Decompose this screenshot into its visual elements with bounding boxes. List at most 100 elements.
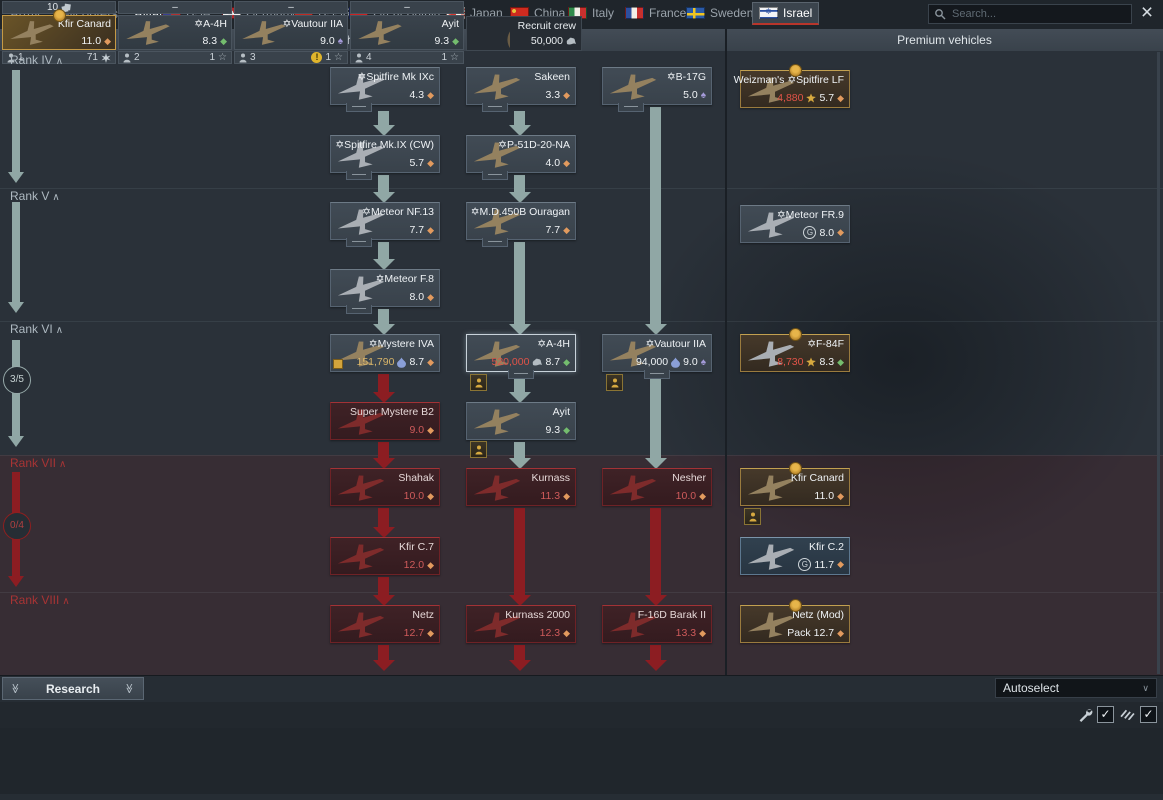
vehicle-card-meteor-f8[interactable]: ✡Meteor F.8 8.0 ◆ bbox=[330, 269, 440, 307]
folder-notch[interactable] bbox=[346, 305, 372, 314]
folder-notch[interactable] bbox=[346, 238, 372, 247]
crew-slot-3[interactable]: – ✡Vautour IIA 9.0 ♠ 3 ! 1 ☆ bbox=[234, 1, 348, 64]
rank-v-label[interactable]: Rank V ∧ bbox=[10, 189, 60, 203]
folder-notch[interactable] bbox=[482, 171, 508, 180]
vehicle-card-kfir-c7[interactable]: Kfir C.7 12.0 ◆ bbox=[330, 537, 440, 575]
vehicle-card-mystere-iva[interactable]: ✡Mystere IVA 151,790 8.7 ◆ bbox=[330, 334, 440, 372]
vehicle-info: 7.7 ◆ bbox=[409, 224, 434, 236]
br-mode-icon: ◆ bbox=[452, 35, 459, 46]
folder-notch[interactable] bbox=[482, 238, 508, 247]
br-mode-icon: ◆ bbox=[427, 224, 434, 235]
crew-slot-2[interactable]: – ✡A-4H 8.3 ◆ 2 1 ☆ bbox=[118, 1, 232, 64]
vehicle-card-f16d-barak-ii[interactable]: F-16D Barak II 13.3 ◆ bbox=[602, 605, 712, 643]
vehicle-card-f84f[interactable]: ✡F-84F 8,730 8.3 ◆ bbox=[740, 328, 850, 372]
premium-header: Premium vehicles bbox=[726, 29, 1163, 51]
crew-vehicle-card[interactable]: Kfir Canard 11.0 ◆ bbox=[2, 9, 116, 50]
vehicle-name: ✡M.D.450B Ouragan bbox=[470, 206, 570, 218]
repair-checkbox[interactable]: ✓ bbox=[1097, 706, 1114, 723]
vehicle-card-vautour-iia[interactable]: ✡Vautour IIA 94,000 9.0 ♠ bbox=[602, 334, 712, 372]
vehicle-name: ✡Meteor F.8 bbox=[375, 273, 434, 285]
close-icon[interactable]: × bbox=[1135, 1, 1159, 25]
vehicle-name: Kurnass 2000 bbox=[505, 609, 570, 621]
plane-image bbox=[601, 65, 664, 107]
folder-notch[interactable] bbox=[346, 171, 372, 180]
premium-crown-badge bbox=[789, 64, 802, 77]
folder-notch[interactable] bbox=[644, 370, 670, 379]
ge-price: 8,730 bbox=[777, 356, 804, 368]
vehicle-name: ✡Spitfire Mk.IX (CW) bbox=[335, 139, 434, 151]
vehicle-card-md450b-ouragan[interactable]: ✡M.D.450B Ouragan 7.7 ◆ bbox=[466, 202, 576, 240]
nation-tab-israel[interactable]: Israel bbox=[752, 2, 820, 25]
connector-locked bbox=[514, 645, 525, 660]
chevron-up-icon: ∧ bbox=[55, 56, 64, 67]
br-mode-icon: ◆ bbox=[427, 291, 434, 302]
connector bbox=[378, 309, 389, 324]
crew-vehicle-card[interactable]: ✡Vautour IIA 9.0 ♠ bbox=[234, 15, 348, 50]
recruit-crew-card[interactable]: Recruit crew 50,000 bbox=[466, 16, 582, 51]
rank-vii-label[interactable]: Rank VII ∧ bbox=[10, 456, 66, 470]
search-box[interactable] bbox=[928, 4, 1132, 24]
rank-separator bbox=[0, 455, 1163, 456]
vehicle-info: 8,730 8.3 ◆ bbox=[777, 356, 844, 368]
vehicle-card-p51d-20-na[interactable]: ✡P-51D-20-NA 4.0 ◆ bbox=[466, 135, 576, 173]
folder-notch[interactable] bbox=[346, 103, 372, 112]
crew-slot-4[interactable]: – Ayit 9.3 ◆ 4 1 ☆ bbox=[350, 1, 464, 64]
vehicle-card-ayit[interactable]: Ayit 9.3 ◆ bbox=[466, 402, 576, 440]
research-tab[interactable]: ≪ Research ≪ bbox=[2, 677, 144, 700]
vehicle-name: Netz bbox=[412, 609, 434, 621]
br-mode-icon: ♠ bbox=[337, 35, 343, 47]
connector bbox=[378, 175, 389, 192]
vehicle-card-spitfire-mk-ixc[interactable]: ✡Spitfire Mk IXc 4.3 ◆ bbox=[330, 67, 440, 105]
vehicle-name: Ayit bbox=[441, 18, 459, 30]
vehicle-card-meteor-nf13[interactable]: ✡Meteor NF.13 7.7 ◆ bbox=[330, 202, 440, 240]
vehicle-card-kfir-c2[interactable]: Kfir C.2 G 11.7 ◆ bbox=[740, 537, 850, 575]
vehicle-card-super-mystere-b2[interactable]: Super Mystere B2 9.0 ◆ bbox=[330, 402, 440, 440]
folder-notch[interactable] bbox=[618, 103, 644, 112]
vehicle-card-a4h[interactable]: ✡A-4H 520,000 8.7 ◆ bbox=[466, 334, 576, 372]
rank-vi-label[interactable]: Rank VI ∧ bbox=[10, 322, 63, 336]
vehicle-card-netz[interactable]: Netz 12.7 ◆ bbox=[330, 605, 440, 643]
search-input[interactable] bbox=[950, 7, 1126, 21]
ammo-slashes-icon[interactable] bbox=[1120, 707, 1135, 720]
br-mode-icon: ◆ bbox=[427, 356, 434, 367]
nation-tab-sweden[interactable]: Sweden bbox=[686, 4, 753, 22]
vehicle-card-meteor-fr9[interactable]: ✡Meteor FR.9 G 8.0 ◆ bbox=[740, 205, 850, 243]
folder-notch[interactable] bbox=[482, 103, 508, 112]
br-mode-icon: ◆ bbox=[699, 490, 706, 501]
ammo-checkbox[interactable]: ✓ bbox=[1140, 706, 1157, 723]
vehicle-card-weizmans-spitfire-lf[interactable]: Weizman's ✡Spitfire LF 4,880 5.7 ◆ bbox=[734, 64, 850, 108]
vehicle-card-nesher[interactable]: Nesher 10.0 ◆ bbox=[602, 468, 712, 506]
wrench-icon[interactable] bbox=[1078, 707, 1093, 722]
vehicle-card-kurnass-2000[interactable]: Kurnass 2000 12.3 ◆ bbox=[466, 605, 576, 643]
plane-image bbox=[117, 12, 177, 51]
vehicle-info: 9.0 ◆ bbox=[409, 424, 434, 436]
rp-price: 151,790 bbox=[356, 356, 395, 368]
autoselect-dropdown[interactable]: Autoselect ∨ bbox=[995, 678, 1157, 698]
rank-viii-label[interactable]: Rank VIII ∧ bbox=[10, 593, 70, 607]
crew-vehicle-card[interactable]: Ayit 9.3 ◆ bbox=[350, 15, 464, 50]
br-mode-icon: ◆ bbox=[220, 35, 227, 46]
war-thunder-research-screen: Army Helicopters Aviation × Researchable… bbox=[0, 0, 1163, 800]
nation-tab-france[interactable]: France bbox=[625, 4, 686, 22]
vehicle-card-b17g[interactable]: ✡B-17G 5.0 ♠ bbox=[602, 67, 712, 105]
vehicle-card-shahak[interactable]: Shahak 10.0 ◆ bbox=[330, 468, 440, 506]
vehicle-name: Weizman's ✡Spitfire LF bbox=[733, 74, 844, 86]
golden-eagles-icon bbox=[806, 93, 816, 103]
vehicle-card-netz-mod[interactable]: Netz (Mod) Pack 12.7 ◆ bbox=[740, 599, 850, 643]
vehicle-name: ✡A-4H bbox=[194, 18, 227, 30]
br-mode-icon: ◆ bbox=[427, 424, 434, 435]
folder-notch[interactable] bbox=[508, 370, 534, 379]
vehicle-name: F-16D Barak II bbox=[637, 609, 706, 621]
vehicle-info: 9.3 ◆ bbox=[434, 35, 459, 47]
vehicle-name: Kfir C.7 bbox=[398, 541, 434, 553]
vehicle-card-spitfire-mk-ix-cw[interactable]: ✡Spitfire Mk.IX (CW) 5.7 ◆ bbox=[330, 135, 440, 173]
vehicle-card-kurnass[interactable]: Kurnass 11.3 ◆ bbox=[466, 468, 576, 506]
crew-person-icon bbox=[355, 53, 363, 63]
crew-vehicle-card[interactable]: ✡A-4H 8.3 ◆ bbox=[118, 15, 232, 50]
vehicle-card-kfir-canard[interactable]: Kfir Canard 11.0 ◆ bbox=[740, 462, 850, 506]
rank-iv-label[interactable]: Rank IV ∧ bbox=[10, 53, 63, 67]
scrollbar[interactable] bbox=[1157, 52, 1160, 674]
sl-price: 520,000 bbox=[491, 356, 530, 368]
vehicle-card-sakeen[interactable]: Sakeen 3.3 ◆ bbox=[466, 67, 576, 105]
connector bbox=[378, 242, 389, 259]
